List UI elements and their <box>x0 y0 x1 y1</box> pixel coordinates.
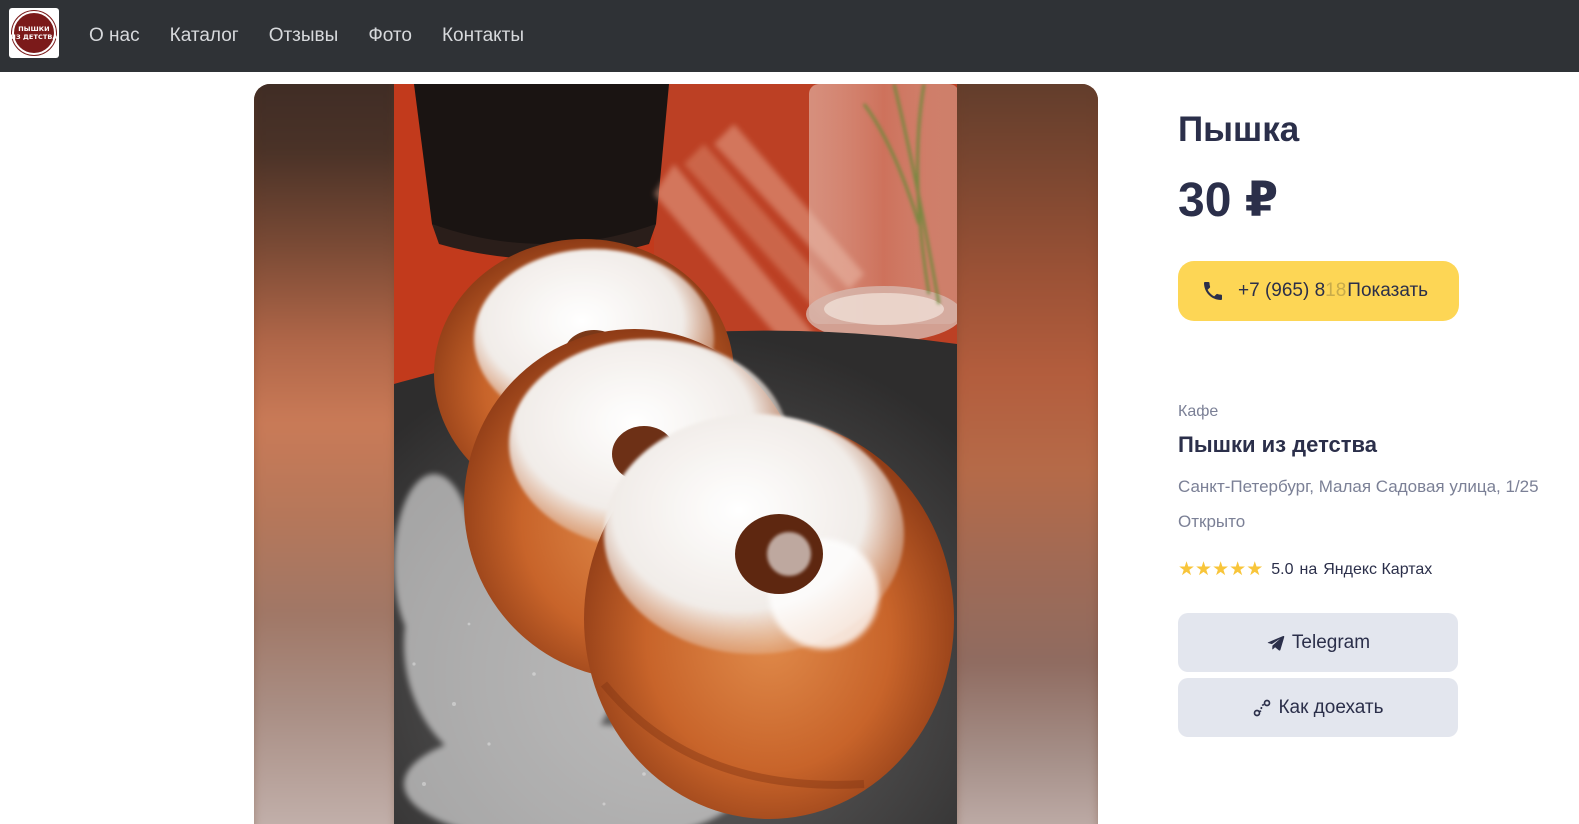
phone-number: +7 (965) 8 <box>1238 280 1326 301</box>
nav-item-about[interactable]: О нас <box>89 25 140 47</box>
site-logo[interactable]: ПЫШКИ ИЗ ДЕТСТВА <box>9 8 59 58</box>
star-icon: ★ <box>1178 558 1196 580</box>
gallery-blur-left <box>254 84 401 824</box>
donuts-photo-icon <box>394 84 957 824</box>
rating-stars: ★ ★ ★ ★ ★ <box>1178 560 1263 579</box>
rating-on-label: на <box>1299 560 1318 578</box>
rating-row: ★ ★ ★ ★ ★ 5.0 на Яндекс Картах <box>1178 560 1432 579</box>
top-navbar: ПЫШКИ ИЗ ДЕТСТВА О нас Каталог Отзывы Фо… <box>0 0 1579 72</box>
star-icon: ★ <box>1229 558 1247 580</box>
rating-source-link[interactable]: Яндекс Картах <box>1323 561 1432 579</box>
telegram-button[interactable]: Telegram <box>1178 613 1458 672</box>
nav-item-contacts[interactable]: Контакты <box>442 25 524 47</box>
nav-item-photos[interactable]: Фото <box>368 25 412 47</box>
route-button[interactable]: Как доехать <box>1178 678 1458 737</box>
route-label: Как доехать <box>1278 696 1384 718</box>
phone-icon <box>1200 278 1226 304</box>
telegram-label: Telegram <box>1291 631 1371 653</box>
star-icon: ★ <box>1212 558 1230 580</box>
rating-value: 5.0 <box>1271 560 1294 578</box>
nav-item-catalog[interactable]: Каталог <box>170 25 239 47</box>
nav-item-reviews[interactable]: Отзывы <box>269 25 339 47</box>
route-icon <box>1252 698 1272 718</box>
show-phone-label: Показать <box>1347 280 1429 301</box>
product-photo[interactable] <box>394 84 957 824</box>
paper-plane-icon <box>1266 633 1286 653</box>
place-name[interactable]: Пышки из детства <box>1178 432 1377 458</box>
place-type: Кафе <box>1178 403 1219 420</box>
product-price: 30 ₽ <box>1178 174 1279 227</box>
phone-number-hidden: 18 <box>1325 280 1347 301</box>
star-icon: ★ <box>1195 558 1213 580</box>
logo-line-1: ПЫШКИ <box>18 24 50 33</box>
product-title: Пышка <box>1178 110 1300 149</box>
gallery-blur-right <box>951 84 1098 824</box>
main-nav: О нас Каталог Отзывы Фото Контакты <box>89 0 554 72</box>
star-icon: ★ <box>1246 558 1264 580</box>
logo-badge: ПЫШКИ ИЗ ДЕТСТВА <box>10 11 58 55</box>
logo-line-2: ИЗ ДЕТСТВА <box>10 33 58 41</box>
product-gallery[interactable] <box>254 84 1098 824</box>
place-address: Санкт-Петербург, Малая Садовая улица, 1/… <box>1178 477 1539 496</box>
place-status: Открыто <box>1178 512 1246 531</box>
show-phone-button[interactable]: +7 (965) 8 18 Показать <box>1178 261 1459 321</box>
